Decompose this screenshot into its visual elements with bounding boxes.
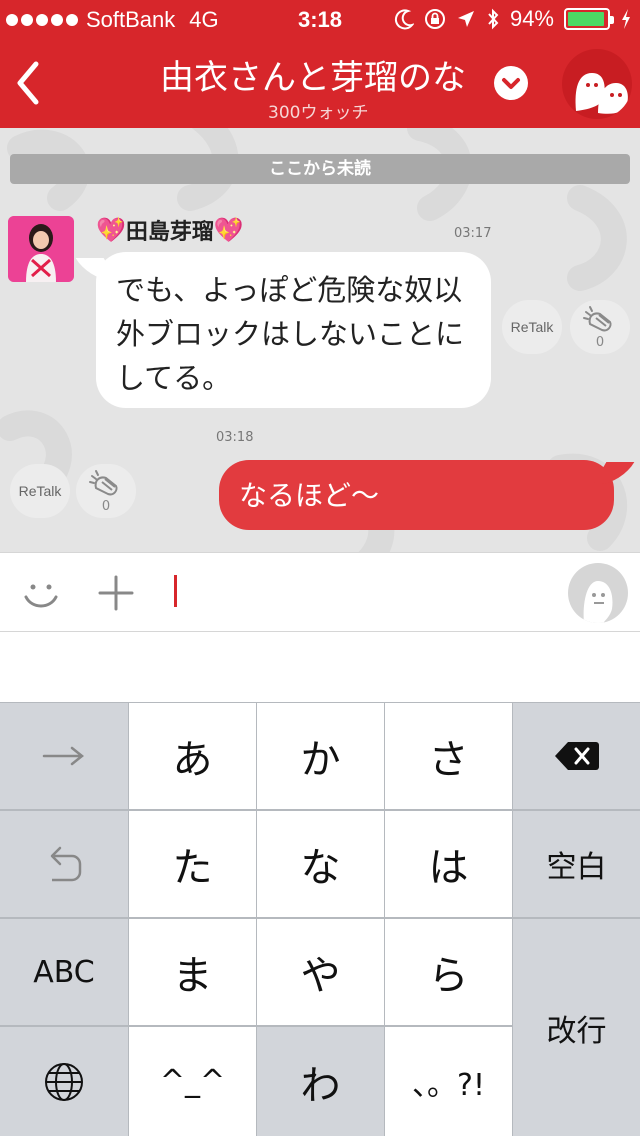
clapping-hands-icon: [583, 306, 612, 332]
battery-level-fill: [568, 12, 604, 26]
backspace-icon: [554, 742, 599, 770]
clap-button[interactable]: 0: [76, 464, 136, 518]
kaomoji-key[interactable]: ^_^: [129, 1027, 256, 1136]
retalk-button[interactable]: ReTalk: [502, 300, 562, 354]
key-na[interactable]: な: [257, 811, 384, 917]
message-text: なるほど〜: [239, 479, 380, 512]
incoming-message-bubble[interactable]: でも、よっぽど危険な奴以外ブロックはしないことにしてる。: [75, 252, 491, 408]
unread-divider: ここから未読: [10, 154, 630, 184]
room-members-button[interactable]: [562, 49, 632, 119]
key-ta[interactable]: た: [129, 811, 256, 917]
ghost-members-icon: [575, 73, 628, 114]
clapping-hands-icon: [89, 470, 118, 496]
chevron-left-icon: [17, 61, 39, 105]
message-text: でも、よっぽど危険な奴以外ブロックはしないことにしてる。: [116, 273, 465, 395]
battery-icon: [564, 8, 614, 30]
key-ya[interactable]: や: [257, 919, 384, 1025]
key-sa[interactable]: さ: [385, 703, 512, 809]
outgoing-message-bubble[interactable]: なるほど〜: [219, 460, 635, 530]
japanese-keyboard: あ か さ た な は 空白 ABC ま や ら 改行 ^_^ わ 、。?!: [0, 702, 640, 1136]
do-not-disturb-moon-icon: [394, 9, 414, 30]
arrow-right-icon: [42, 746, 85, 766]
room-menu-dropdown-button[interactable]: [494, 66, 528, 100]
delete-key[interactable]: [513, 703, 640, 809]
punctuation-key[interactable]: 、。?!: [385, 1027, 512, 1136]
stamp-button[interactable]: [568, 563, 628, 623]
sparkling-heart-icon: 💖: [96, 216, 126, 244]
return-key[interactable]: 改行: [513, 919, 640, 1136]
message-timestamp: 03:18: [216, 430, 254, 445]
charging-bolt-icon: [622, 9, 630, 29]
sender-name: 💖 田島芽瑠 💖: [96, 214, 244, 246]
chevron-down-icon: [502, 78, 520, 89]
ghost-stamp-icon: [583, 581, 613, 623]
input-spacer: [0, 632, 640, 702]
smile-icon: [24, 584, 58, 608]
key-wa[interactable]: わ: [257, 1027, 384, 1136]
bluetooth-icon: [488, 8, 499, 30]
globe-icon: [45, 1062, 83, 1101]
message-timestamp: 03:17: [454, 226, 492, 241]
sparkling-heart-icon: 💖: [213, 216, 244, 244]
message-input-bar: [0, 552, 640, 632]
avatar-photo: [8, 216, 74, 282]
back-button[interactable]: [8, 58, 52, 108]
key-a[interactable]: あ: [129, 703, 256, 809]
key-ha[interactable]: は: [385, 811, 512, 917]
sender-avatar[interactable]: [8, 216, 74, 282]
chat-timeline[interactable]: ここから未読 💖 田島芽瑠 💖 03:17 でも、よっぽど危険な奴以外ブロックは…: [0, 128, 640, 552]
watch-count: 300ウォッチ: [268, 103, 369, 123]
undo-key[interactable]: [0, 811, 128, 917]
room-title[interactable]: 由衣さんと芽瑠のな: [160, 50, 490, 99]
navigation-bar: 由衣さんと芽瑠のな 300ウォッチ: [0, 40, 640, 128]
key-ka[interactable]: か: [257, 703, 384, 809]
battery-percent: 94%: [509, 6, 554, 31]
clap-count: 0: [595, 335, 605, 350]
status-bar: SoftBank 4G 3:18 94%: [0, 0, 640, 40]
text-input-caret[interactable]: [174, 575, 177, 607]
location-arrow-icon: [457, 11, 474, 27]
cursor-right-key[interactable]: [0, 703, 128, 809]
plus-icon: [98, 575, 134, 611]
abc-mode-key[interactable]: ABC: [0, 919, 128, 1025]
space-key[interactable]: 空白: [513, 811, 640, 917]
sender-name-text: 田島芽瑠: [125, 220, 214, 245]
clap-button[interactable]: 0: [570, 300, 630, 354]
clap-count: 0: [101, 499, 111, 514]
status-right: 94%: [394, 6, 632, 32]
key-ma[interactable]: ま: [129, 919, 256, 1025]
rotation-lock-icon: [424, 9, 445, 29]
retalk-button[interactable]: ReTalk: [10, 464, 70, 518]
attach-button[interactable]: [96, 573, 136, 613]
emoji-button[interactable]: [20, 573, 62, 615]
undo-arrow-icon: [50, 846, 82, 882]
key-ra[interactable]: ら: [385, 919, 512, 1025]
globe-key[interactable]: [0, 1027, 128, 1136]
